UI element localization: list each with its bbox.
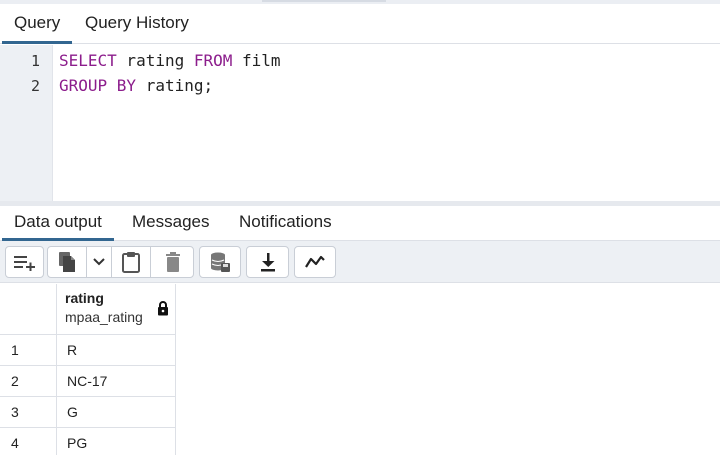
table-cell[interactable]: R bbox=[57, 335, 176, 366]
tab-messages[interactable]: Messages bbox=[120, 206, 221, 241]
table-cell[interactable]: PG bbox=[57, 428, 176, 455]
line-number-gutter: 1 2 bbox=[0, 45, 53, 201]
graph-icon bbox=[304, 254, 326, 270]
table-cell[interactable]: G bbox=[57, 397, 176, 428]
sql-text: rating bbox=[116, 51, 194, 70]
chevron-down-icon bbox=[92, 257, 106, 267]
copy-options-button[interactable] bbox=[87, 247, 111, 277]
column-type: mpaa_rating bbox=[65, 309, 143, 325]
data-toolbar bbox=[0, 241, 720, 283]
row-number[interactable]: 2 bbox=[0, 366, 57, 397]
download-button[interactable] bbox=[246, 246, 289, 278]
tab-query[interactable]: Query bbox=[2, 4, 73, 44]
copy-icon bbox=[57, 251, 77, 273]
paste-button[interactable] bbox=[112, 247, 150, 277]
sql-editor[interactable]: 1 2 SELECT rating FROM film GROUP BY rat… bbox=[0, 45, 720, 201]
output-tabbar: Data output Messages Notifications bbox=[0, 206, 720, 241]
tab-query-history[interactable]: Query History bbox=[73, 4, 201, 44]
code-line[interactable]: GROUP BY rating; bbox=[59, 76, 213, 95]
sql-keyword: SELECT bbox=[59, 51, 117, 70]
column-header-rating[interactable]: rating mpaa_rating bbox=[57, 284, 176, 335]
graph-visualiser-button[interactable] bbox=[294, 246, 336, 278]
tab-data-output[interactable]: Data output bbox=[2, 206, 114, 241]
table-cell[interactable]: NC-17 bbox=[57, 366, 176, 397]
grid-corner bbox=[0, 284, 57, 335]
add-row-icon bbox=[13, 253, 37, 271]
window-notch bbox=[262, 0, 386, 2]
sql-keyword: GROUP BY bbox=[59, 76, 137, 95]
download-icon bbox=[259, 252, 277, 272]
row-number[interactable]: 3 bbox=[0, 397, 57, 428]
delete-button[interactable] bbox=[151, 247, 194, 277]
line-number: 1 bbox=[30, 52, 40, 70]
delete-icon bbox=[164, 251, 182, 273]
tab-notifications[interactable]: Notifications bbox=[227, 206, 344, 241]
save-data-button[interactable] bbox=[199, 246, 241, 278]
code-line[interactable]: SELECT rating FROM film bbox=[59, 51, 281, 70]
row-number[interactable]: 4 bbox=[0, 428, 57, 455]
row-number[interactable]: 1 bbox=[0, 335, 57, 366]
paste-icon bbox=[121, 251, 141, 273]
lock-icon bbox=[157, 301, 169, 316]
add-row-button[interactable] bbox=[5, 246, 44, 278]
sql-keyword: FROM bbox=[193, 51, 233, 70]
sql-text: film bbox=[232, 51, 281, 70]
column-name: rating bbox=[65, 290, 104, 306]
save-data-icon bbox=[209, 251, 231, 273]
copy-paste-group bbox=[47, 246, 194, 278]
result-grid: rating mpaa_rating 1 R 2 NC-17 3 G 4 PG bbox=[0, 284, 720, 455]
line-number: 2 bbox=[30, 77, 40, 95]
copy-button[interactable] bbox=[48, 247, 86, 277]
sql-text: rating; bbox=[136, 76, 214, 95]
query-tabbar: Query Query History bbox=[0, 4, 720, 44]
